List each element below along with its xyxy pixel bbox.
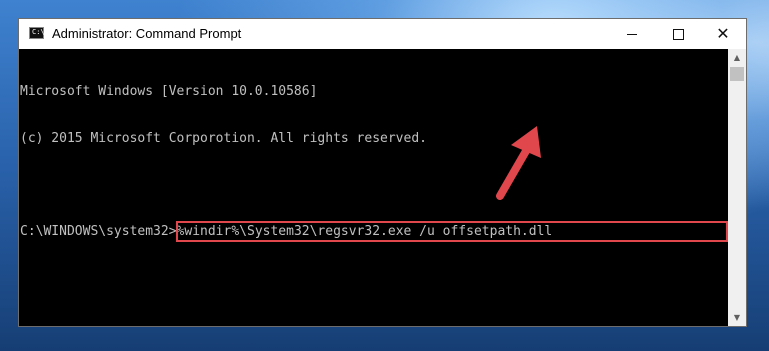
pointer-arrow-icon [496, 126, 541, 200]
arrow-shaft [496, 147, 530, 200]
